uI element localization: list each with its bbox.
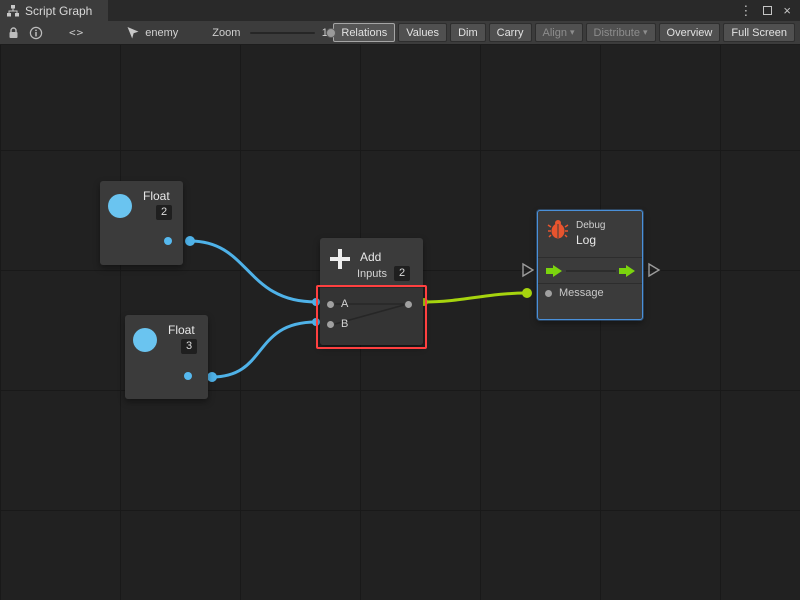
node-title: Float [143,189,170,203]
zoom-slider[interactable] [250,27,314,39]
wire-add-to-debug-message[interactable] [424,293,527,302]
chevron-down-icon: ▾ [643,27,648,38]
value-badge[interactable]: 3 [181,339,197,354]
wire-endpoint-dot[interactable] [312,318,320,326]
relations-label: Relations [341,27,387,39]
debug-log-node[interactable]: Debug Log Message [537,210,643,320]
wire-endpoint-dot[interactable] [185,236,195,246]
chevron-down-icon: ▾ [570,27,575,38]
relations-button[interactable]: Relations [333,23,395,42]
add-output-port[interactable] [405,301,412,308]
plus-icon [328,247,352,271]
zoom-slider-handle[interactable] [326,28,336,38]
close-icon[interactable]: × [783,4,791,17]
float-icon [133,328,157,352]
inputs-count-badge[interactable]: 2 [394,266,410,281]
tab-title: Script Graph [25,4,92,18]
wire-float1-to-add-a[interactable] [190,241,316,302]
maximize-icon[interactable] [763,6,772,15]
flow-output-arrow-icon[interactable] [619,265,635,277]
carry-button[interactable]: Carry [489,23,532,42]
kebab-menu-icon[interactable]: ⋮ [739,4,752,17]
fullscreen-label: Full Screen [731,27,787,39]
relation-lines [320,288,423,346]
lock-icon[interactable] [7,26,20,40]
graph-icon [7,5,19,17]
info-icon[interactable] [29,26,43,40]
window-controls: ⋮ × [739,0,800,21]
node-title: Float [168,323,195,337]
dim-label: Dim [458,27,478,39]
add-node-header[interactable]: Add Inputs 2 [320,238,423,287]
dim-button[interactable]: Dim [450,23,486,42]
wire-endpoint-dot[interactable] [522,288,532,298]
target-object-label: enemy [145,27,178,39]
float1-output-port[interactable] [164,237,172,245]
port-b-label: B [341,318,348,330]
overview-button[interactable]: Overview [659,23,721,42]
distribute-dropdown[interactable]: Distribute▾ [586,23,656,42]
flow-triangle-left [523,264,533,276]
title-bar: Script Graph ⋮ × [0,0,800,21]
align-dropdown[interactable]: Align▾ [535,23,583,42]
value-badge[interactable]: 2 [156,205,172,220]
values-button[interactable]: Values [398,23,447,42]
carry-label: Carry [497,27,524,39]
graph-toolbar: <> enemy Zoom 1x Relations Values Dim Ca… [0,21,800,45]
add-node[interactable]: Add Inputs 2 A B [320,238,423,345]
zoom-label: Zoom [212,27,240,39]
input-port-a[interactable] [327,301,334,308]
values-label: Values [406,27,439,39]
fullscreen-button[interactable]: Full Screen [723,23,795,42]
node-title: Add [360,250,381,264]
float-icon [108,194,132,218]
input-port-b[interactable] [327,321,334,328]
code-icon[interactable]: <> [69,26,84,39]
zoom-slider-track[interactable] [250,32,314,34]
graph-canvas[interactable]: Float 2 Float 3 Add Inputs 2 A B [0,45,800,600]
float2-output-port[interactable] [184,372,192,380]
wire-endpoint-dot[interactable] [312,298,320,306]
wire-endpoint-dot[interactable] [207,372,217,382]
window-tab[interactable]: Script Graph [0,0,108,21]
message-input-port[interactable] [545,290,552,297]
flow-triangle-right [649,264,659,276]
toolbar-button-group: Relations Values Dim Carry Align▾ Distri… [333,23,798,42]
float-node-1[interactable]: Float 2 [100,181,183,265]
inputs-label: Inputs [357,268,387,280]
overview-label: Overview [667,27,713,39]
graph-pointer-icon [126,26,140,40]
align-label: Align [543,27,567,39]
message-port-label: Message [559,287,604,299]
add-node-ports: A B [320,287,423,345]
wire-float2-to-add-b[interactable] [212,322,316,377]
row-separator [538,283,642,284]
port-a-label: A [341,298,348,310]
float-node-2[interactable]: Float 3 [125,315,208,399]
distribute-label: Distribute [594,27,640,39]
